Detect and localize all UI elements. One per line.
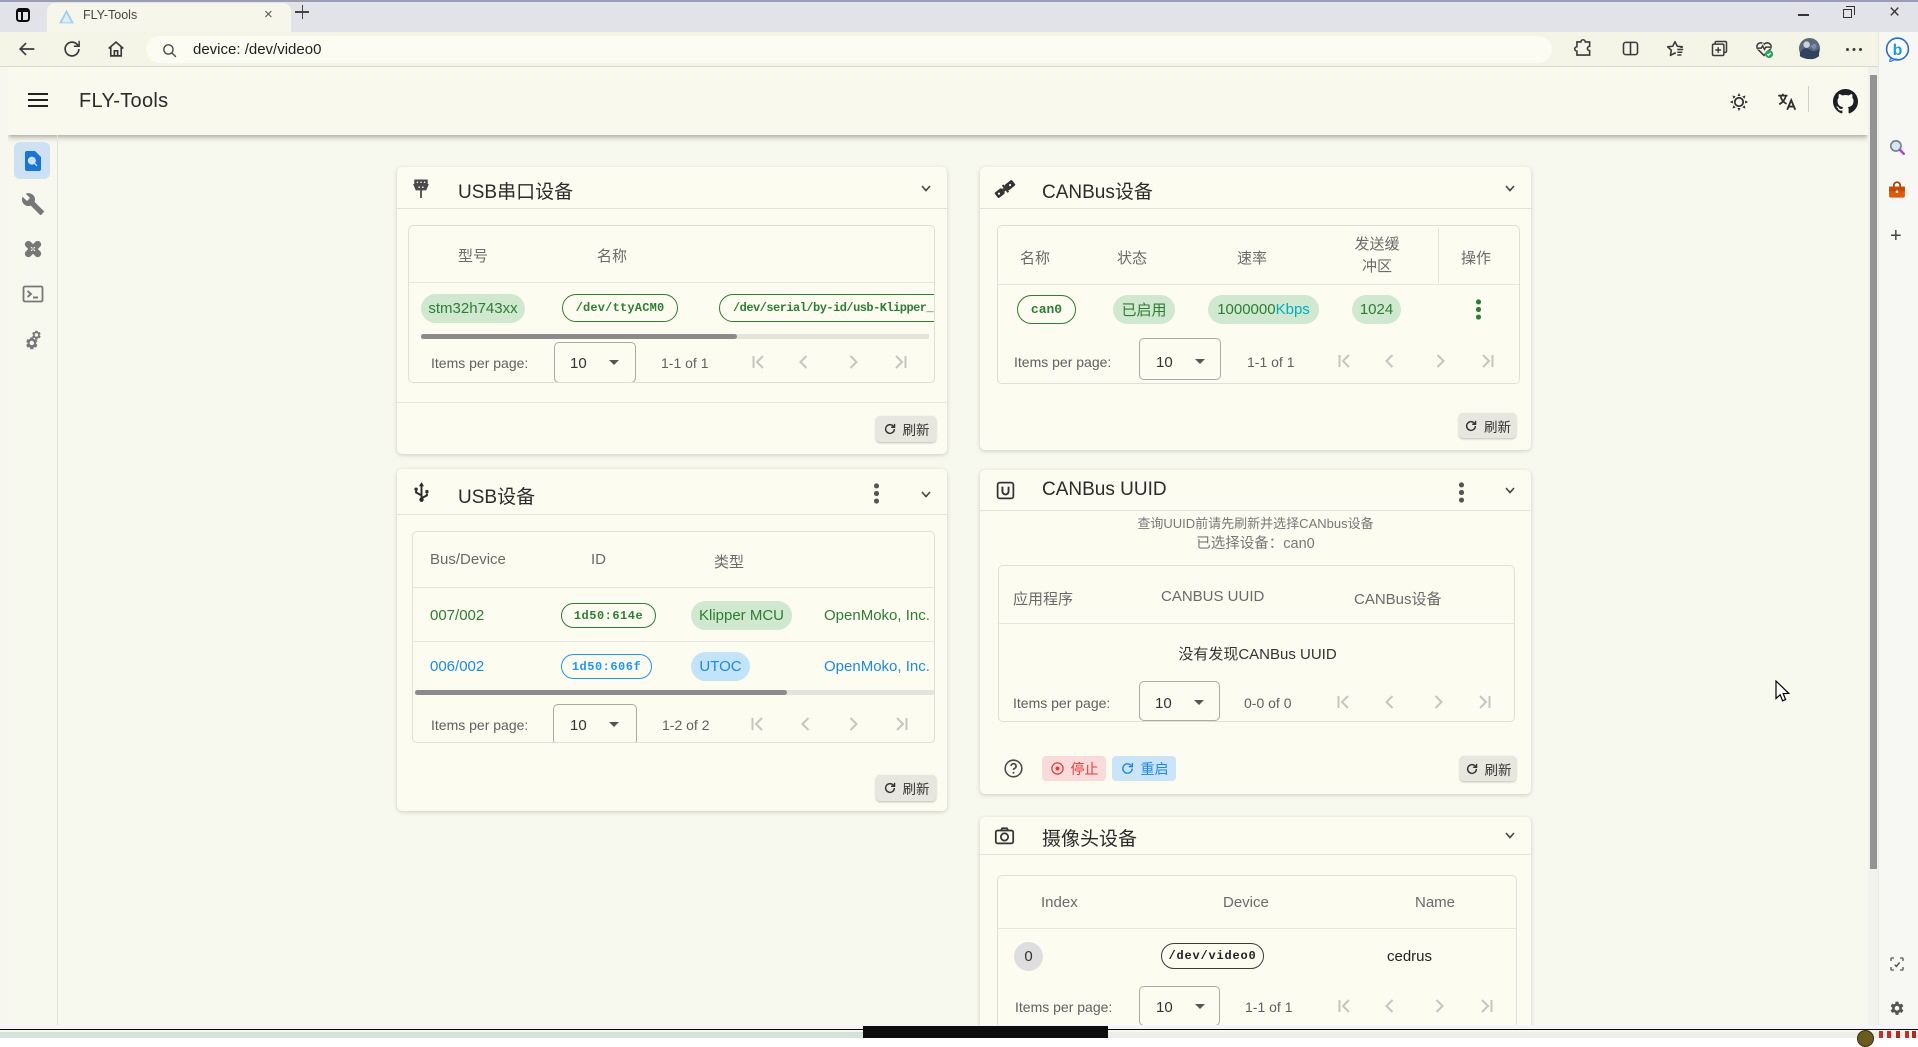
svg-text:b: b <box>1893 42 1903 59</box>
